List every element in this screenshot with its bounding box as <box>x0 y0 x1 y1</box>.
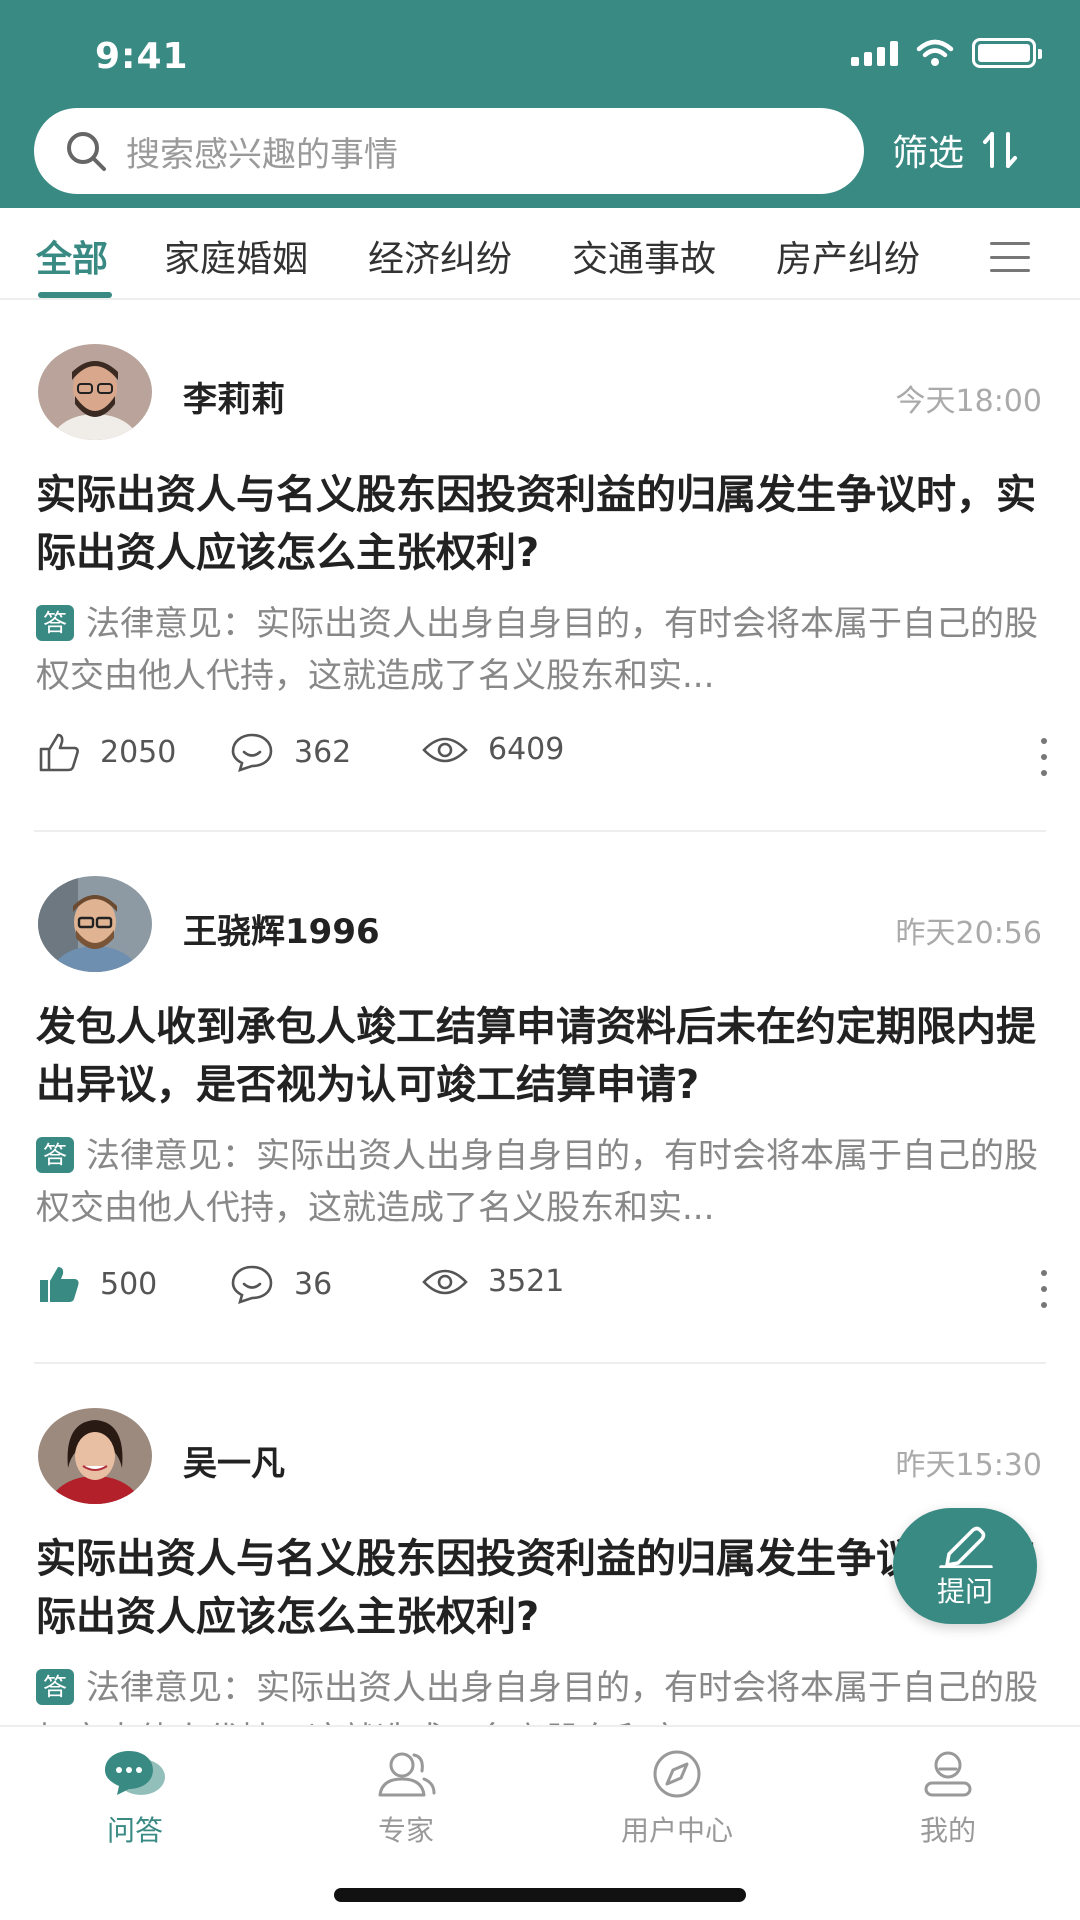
battery-icon <box>972 38 1042 68</box>
view-count-group: 6409 <box>422 732 564 767</box>
comment-button[interactable]: 36 <box>230 1264 332 1304</box>
profile-icon <box>924 1751 972 1797</box>
nav-label: 问答 <box>106 1814 163 1847</box>
like-count: 500 <box>100 1266 158 1302</box>
avatar[interactable] <box>38 1408 152 1504</box>
avatar[interactable] <box>38 876 152 972</box>
comment-icon <box>231 1265 273 1304</box>
question-title[interactable]: 发包人收到承包人竣工结算申请资料后未在约定期限内提出异议，是否视为认可竣工结算申… <box>36 998 1036 1114</box>
tab-property-dispute[interactable]: 房产纠纷 <box>776 230 920 282</box>
search-placeholder: 搜索感兴趣的事情 <box>126 134 398 175</box>
username[interactable]: 李莉莉 <box>183 372 285 421</box>
eye-icon <box>422 737 468 762</box>
ask-question-label: 提问 <box>936 1575 993 1608</box>
nav-mine[interactable]: 我的 <box>868 1749 1028 1849</box>
header: 9:41 搜索感兴趣的事情 筛选 <box>0 0 1080 208</box>
comment-count: 36 <box>294 1266 333 1302</box>
menu-icon[interactable] <box>990 242 1030 272</box>
answer-badge: 答 <box>36 1137 74 1173</box>
answer-preview[interactable]: 答法律意见：实际出资人出身自身目的，有时会将本属于自己的股权交由他人代持，这就造… <box>36 598 1046 702</box>
post-time: 昨天15:30 <box>895 1448 1042 1483</box>
filter-button[interactable]: 筛选 <box>892 124 1018 176</box>
answer-text: 法律意见：实际出资人出身自身目的，有时会将本属于自己的股权交由他人代持，这就造成… <box>36 1136 1038 1228</box>
answer-text: 法律意见：实际出资人出身自身目的，有时会将本属于自己的股权交由他人代持，这就造成… <box>36 1668 1038 1725</box>
home-indicator[interactable] <box>334 1888 746 1902</box>
more-options-icon[interactable] <box>1040 738 1048 776</box>
answer-text: 法律意见：实际出资人出身自身目的，有时会将本属于自己的股权交由他人代持，这就造成… <box>36 604 1038 696</box>
comment-icon <box>231 733 273 772</box>
nav-experts[interactable]: 专家 <box>326 1749 486 1849</box>
ask-question-button[interactable]: 提问 <box>893 1508 1037 1624</box>
view-count: 6409 <box>488 732 565 767</box>
filter-label: 筛选 <box>892 133 965 174</box>
like-button[interactable]: 500 <box>38 1264 157 1304</box>
post-time: 今天18:00 <box>895 384 1042 419</box>
nav-user-center[interactable]: 用户中心 <box>597 1749 757 1849</box>
post-stats: 500 36 3521 <box>38 1264 1048 1314</box>
edit-pencil-icon <box>939 1526 993 1568</box>
sort-icon <box>983 132 1018 168</box>
nav-label: 专家 <box>377 1814 434 1847</box>
question-title[interactable]: 实际出资人与名义股东因投资利益的归属发生争议时，实际出资人应该怎么主张权利? <box>36 1530 1036 1646</box>
nav-qa[interactable]: 问答 <box>55 1749 215 1849</box>
cellular-signal-icon <box>851 40 898 66</box>
thumbs-up-filled-icon <box>40 1267 79 1302</box>
answer-preview[interactable]: 答法律意见：实际出资人出身自身目的，有时会将本属于自己的股权交由他人代持，这就造… <box>36 1130 1046 1234</box>
avatar[interactable] <box>38 344 152 440</box>
eye-icon <box>422 1269 468 1294</box>
like-count: 2050 <box>100 734 177 770</box>
comment-button[interactable]: 362 <box>230 732 351 772</box>
question-feed[interactable]: 李莉莉 今天18:00 实际出资人与名义股东因投资利益的归属发生争议时，实际出资… <box>0 300 1080 1725</box>
post-stats: 2050 362 6409 <box>38 732 1048 782</box>
question-card[interactable]: 李莉莉 今天18:00 实际出资人与名义股东因投资利益的归属发生争议时，实际出资… <box>0 300 1080 832</box>
nav-label: 我的 <box>919 1814 976 1847</box>
answer-badge: 答 <box>36 1669 74 1705</box>
question-card[interactable]: 王骁辉1996 昨天20:56 发包人收到承包人竣工结算申请资料后未在约定期限内… <box>0 832 1080 1364</box>
tab-traffic-accident[interactable]: 交通事故 <box>572 230 716 282</box>
username[interactable]: 王骁辉1996 <box>183 904 380 953</box>
chat-bubbles-icon <box>105 1751 165 1795</box>
question-title[interactable]: 实际出资人与名义股东因投资利益的归属发生争议时，实际出资人应该怎么主张权利? <box>36 466 1036 582</box>
search-input[interactable]: 搜索感兴趣的事情 <box>34 108 864 194</box>
status-icons <box>851 38 1042 68</box>
status-time: 9:41 <box>95 36 189 77</box>
username[interactable]: 吴一凡 <box>183 1436 285 1485</box>
tab-all[interactable]: 全部 <box>36 230 108 282</box>
wifi-icon <box>916 39 954 66</box>
post-time: 昨天20:56 <box>895 916 1042 951</box>
users-icon <box>378 1752 436 1797</box>
compass-icon <box>653 1750 701 1798</box>
comment-count: 362 <box>294 734 352 770</box>
answer-badge: 答 <box>36 605 74 641</box>
search-icon <box>67 132 106 171</box>
answer-preview[interactable]: 答法律意见：实际出资人出身自身目的，有时会将本属于自己的股权交由他人代持，这就造… <box>36 1662 1046 1725</box>
category-tabs: 全部 家庭婚姻 经济纠纷 交通事故 房产纠纷 <box>0 208 1080 300</box>
like-button[interactable]: 2050 <box>38 732 176 772</box>
view-count-group: 3521 <box>422 1264 564 1299</box>
thumbs-up-icon <box>39 733 79 772</box>
view-count: 3521 <box>488 1264 565 1299</box>
active-tab-indicator <box>38 292 112 298</box>
nav-label: 用户中心 <box>620 1814 733 1847</box>
tab-economic-dispute[interactable]: 经济纠纷 <box>368 230 512 282</box>
more-options-icon[interactable] <box>1040 1270 1048 1308</box>
tab-family-marriage[interactable]: 家庭婚姻 <box>164 230 308 282</box>
